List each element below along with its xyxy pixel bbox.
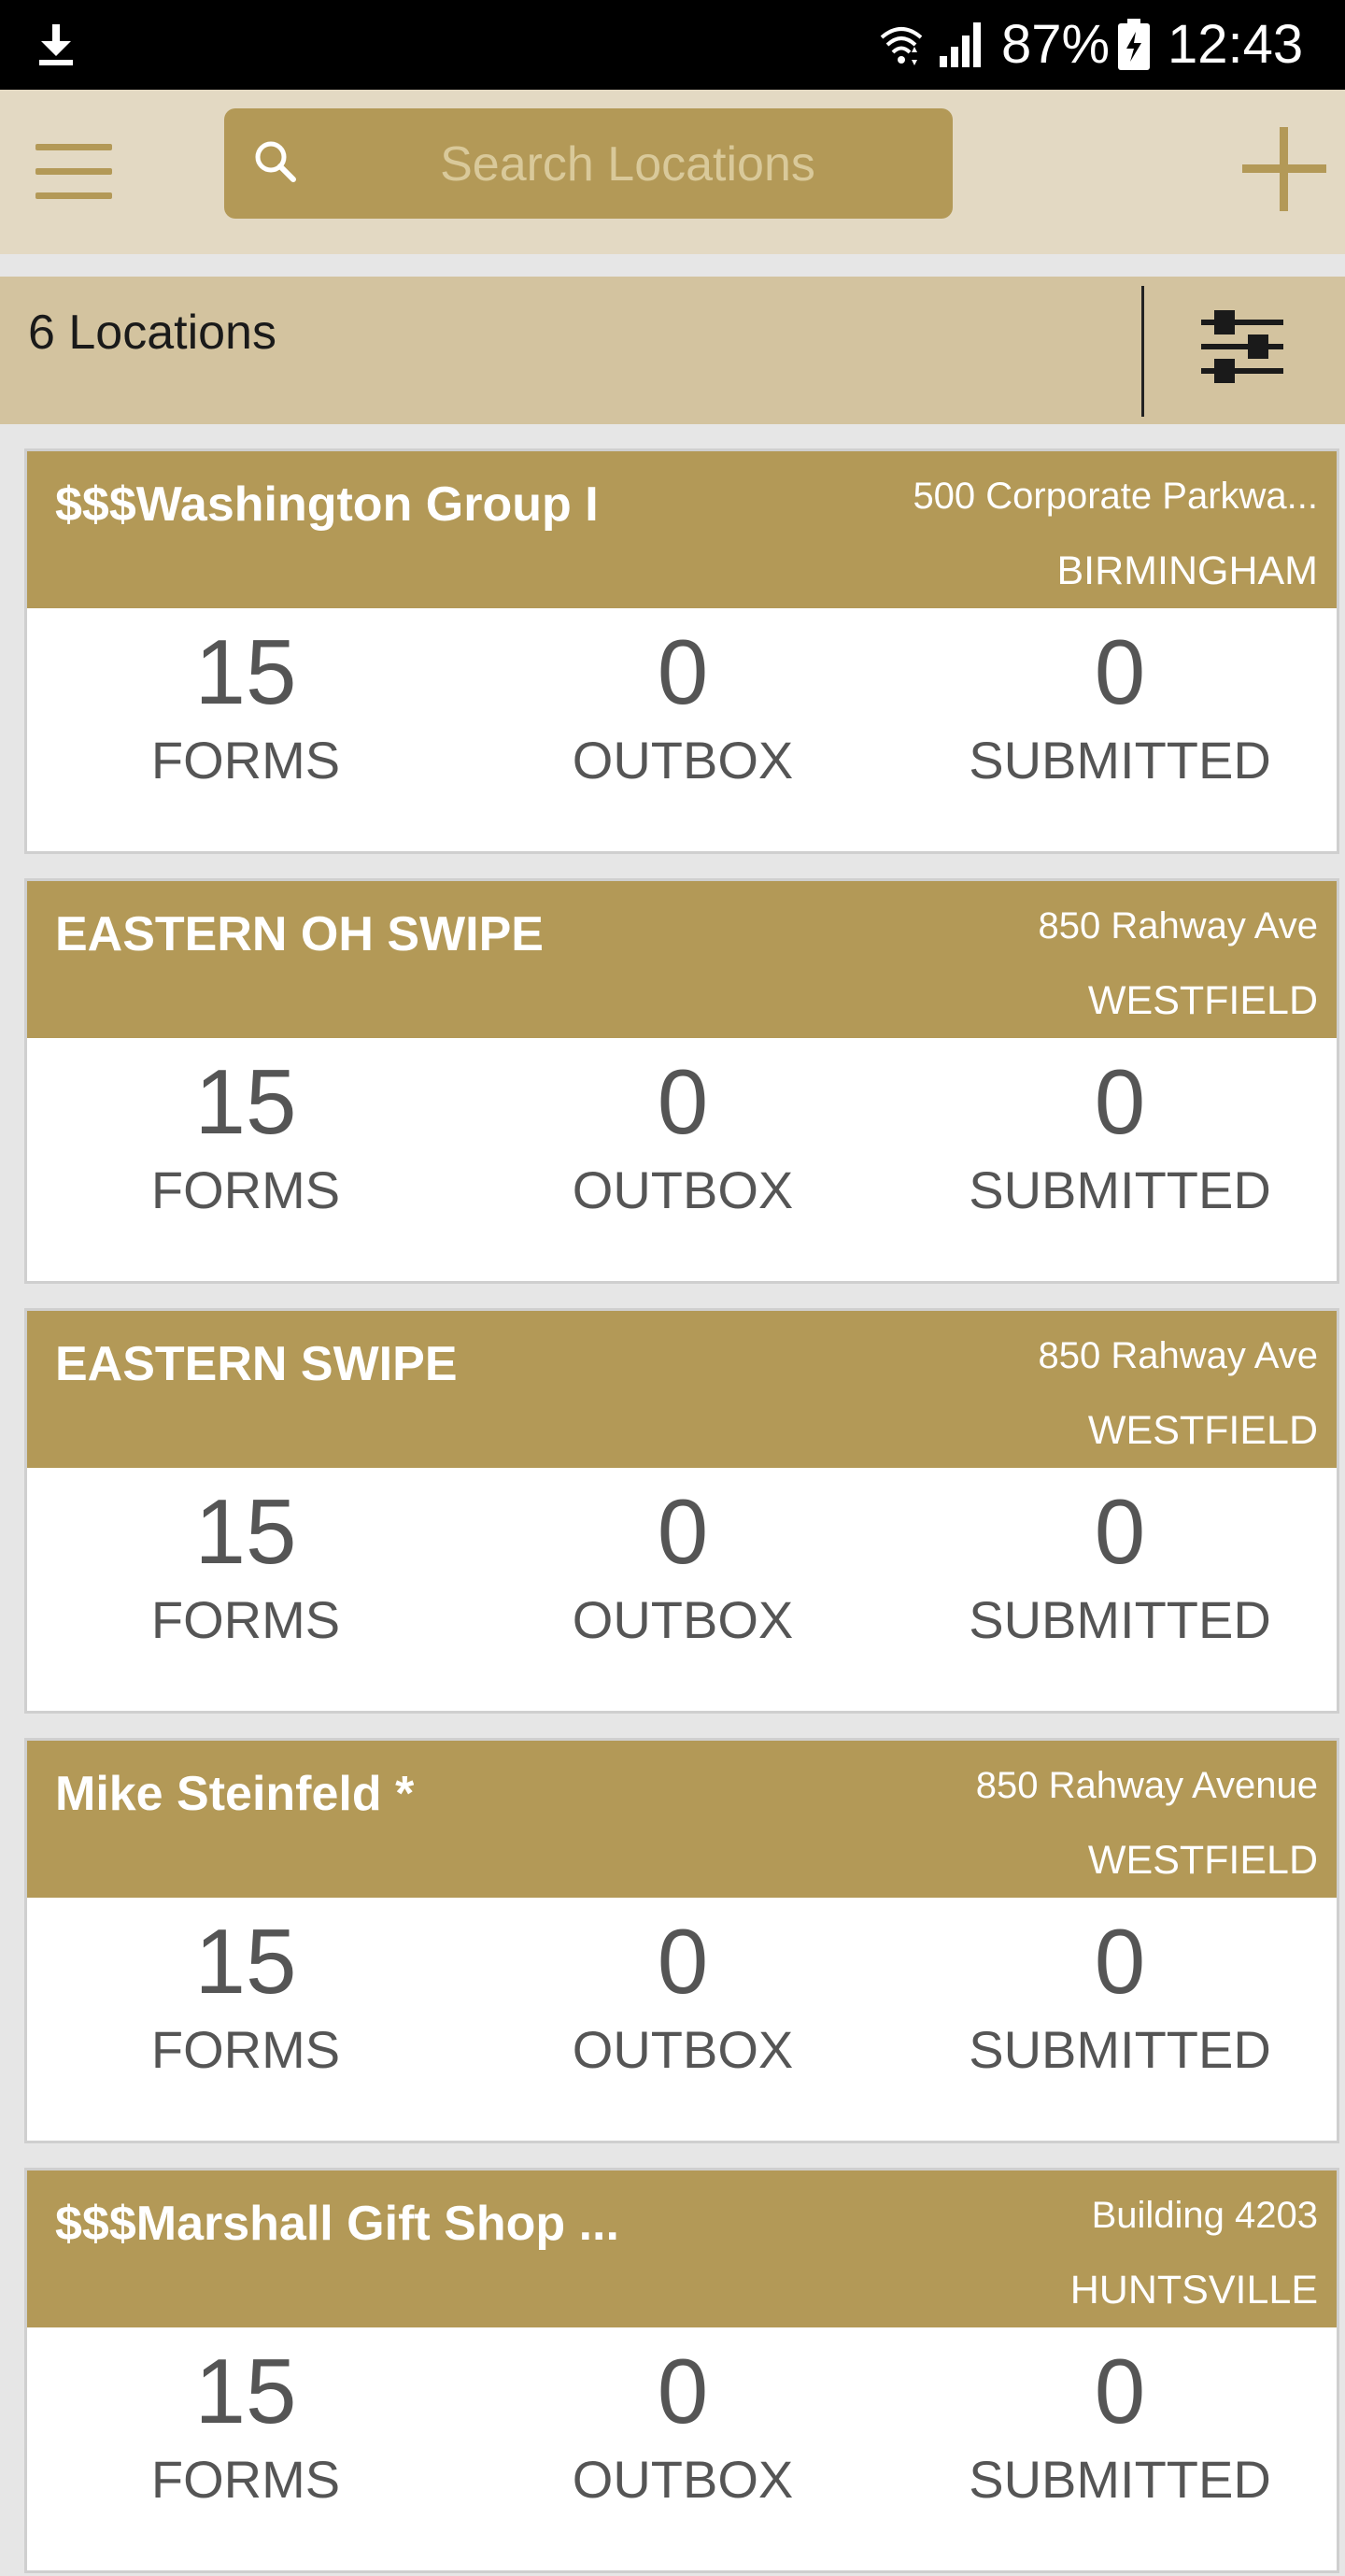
forms-label: FORMS	[150, 2450, 341, 2509]
hamburger-menu-icon[interactable]	[35, 144, 114, 200]
forms-count: 15	[194, 1910, 297, 2013]
outbox-label: OUTBOX	[572, 2450, 794, 2509]
signal-icon	[940, 22, 981, 67]
submitted-label: SUBMITTED	[969, 2020, 1271, 2079]
location-card[interactable]: Mike Steinfeld * 850 Rahway Avenue WESTF…	[24, 1738, 1339, 2143]
search-icon	[255, 141, 296, 182]
forms-count: 15	[194, 620, 297, 723]
location-card-header: EASTERN SWIPE 850 Rahway Ave WESTFIELD	[27, 1311, 1337, 1468]
location-name: EASTERN OH SWIPE	[55, 907, 544, 961]
submitted-count: 0	[1094, 1050, 1146, 1153]
app-toolbar	[0, 90, 1345, 254]
location-card-header: $$$Washington Group I 500 Corporate Park…	[27, 451, 1337, 608]
forms-stat[interactable]: 15 FORMS	[27, 2327, 464, 2576]
outbox-stat[interactable]: 0 OUTBOX	[464, 1898, 901, 2146]
sliders-filter-icon[interactable]	[1201, 305, 1283, 389]
submitted-count: 0	[1094, 620, 1146, 723]
forms-count: 15	[194, 1480, 297, 1583]
search-bar[interactable]	[224, 108, 953, 221]
location-name: Mike Steinfeld *	[55, 1767, 415, 1821]
outbox-label: OUTBOX	[572, 731, 794, 790]
outbox-count: 0	[657, 2340, 709, 2442]
forms-stat[interactable]: 15 FORMS	[27, 608, 464, 857]
submitted-stat[interactable]: 0 SUBMITTED	[901, 1468, 1338, 1716]
wifi-icon	[880, 27, 923, 65]
location-card-header: Mike Steinfeld * 850 Rahway Avenue WESTF…	[27, 1741, 1337, 1898]
location-card[interactable]: $$$Marshall Gift Shop ... Building 4203 …	[24, 2168, 1339, 2573]
outbox-stat[interactable]: 0 OUTBOX	[464, 608, 901, 857]
outbox-label: OUTBOX	[572, 1590, 794, 1649]
location-count-bar: 6 Locations	[0, 277, 1345, 424]
submitted-stat[interactable]: 0 SUBMITTED	[901, 608, 1338, 857]
submitted-count: 0	[1094, 1480, 1146, 1583]
location-count: 6 Locations	[28, 306, 276, 360]
forms-label: FORMS	[150, 1590, 341, 1649]
submitted-stat[interactable]: 0 SUBMITTED	[901, 2327, 1338, 2576]
location-card-header: $$$Marshall Gift Shop ... Building 4203 …	[27, 2170, 1337, 2327]
forms-count: 15	[194, 1050, 297, 1153]
battery-charging-icon	[1118, 19, 1150, 70]
submitted-label: SUBMITTED	[969, 2450, 1271, 2509]
divider	[1141, 286, 1144, 417]
forms-stat[interactable]: 15 FORMS	[27, 1468, 464, 1716]
location-address: 850 Rahway Ave	[1038, 905, 1318, 946]
forms-stat[interactable]: 15 FORMS	[27, 1038, 464, 1287]
forms-count: 15	[194, 2340, 297, 2442]
forms-label: FORMS	[150, 731, 341, 790]
location-card[interactable]: $$$Washington Group I 500 Corporate Park…	[24, 448, 1339, 854]
status-bar: 87% 12:43	[0, 0, 1345, 90]
add-location-button[interactable]	[1242, 127, 1326, 211]
outbox-count: 0	[657, 1910, 709, 2013]
search-input[interactable]	[318, 108, 938, 221]
outbox-label: OUTBOX	[572, 1160, 794, 1219]
submitted-label: SUBMITTED	[969, 1160, 1271, 1219]
location-address: 850 Rahway Ave	[1038, 1335, 1318, 1376]
location-name: EASTERN SWIPE	[55, 1337, 458, 1391]
submitted-count: 0	[1094, 2340, 1146, 2442]
forms-label: FORMS	[150, 1160, 341, 1219]
submitted-stat[interactable]: 0 SUBMITTED	[901, 1038, 1338, 1287]
outbox-stat[interactable]: 0 OUTBOX	[464, 1468, 901, 1716]
outbox-label: OUTBOX	[572, 2020, 794, 2079]
submitted-label: SUBMITTED	[969, 1590, 1271, 1649]
location-card[interactable]: EASTERN OH SWIPE 850 Rahway Ave WESTFIEL…	[24, 878, 1339, 1284]
outbox-stat[interactable]: 0 OUTBOX	[464, 2327, 901, 2576]
outbox-stat[interactable]: 0 OUTBOX	[464, 1038, 901, 1287]
location-card[interactable]: EASTERN SWIPE 850 Rahway Ave WESTFIELD 1…	[24, 1308, 1339, 1714]
status-time: 12:43	[1168, 14, 1304, 75]
submitted-stat[interactable]: 0 SUBMITTED	[901, 1898, 1338, 2146]
submitted-label: SUBMITTED	[969, 731, 1271, 790]
forms-stat[interactable]: 15 FORMS	[27, 1898, 464, 2146]
forms-label: FORMS	[150, 2020, 341, 2079]
location-address: Building 4203	[1091, 2195, 1318, 2236]
outbox-count: 0	[657, 620, 709, 723]
location-city: HUNTSVILLE	[1069, 2268, 1318, 2313]
location-address: 850 Rahway Avenue	[975, 1765, 1318, 1806]
outbox-count: 0	[657, 1480, 709, 1583]
location-city: WESTFIELD	[1087, 978, 1318, 1023]
location-card-header: EASTERN OH SWIPE 850 Rahway Ave WESTFIEL…	[27, 881, 1337, 1038]
outbox-count: 0	[657, 1050, 709, 1153]
location-city: BIRMINGHAM	[1056, 548, 1319, 593]
location-city: WESTFIELD	[1087, 1408, 1318, 1453]
location-name: $$$Marshall Gift Shop ...	[55, 2197, 619, 2251]
battery-percent: 87%	[1001, 14, 1111, 75]
download-icon	[39, 24, 73, 65]
submitted-count: 0	[1094, 1910, 1146, 2013]
location-address: 500 Corporate Parkwa...	[913, 476, 1318, 517]
location-city: WESTFIELD	[1087, 1838, 1318, 1883]
location-name: $$$Washington Group I	[55, 477, 599, 532]
